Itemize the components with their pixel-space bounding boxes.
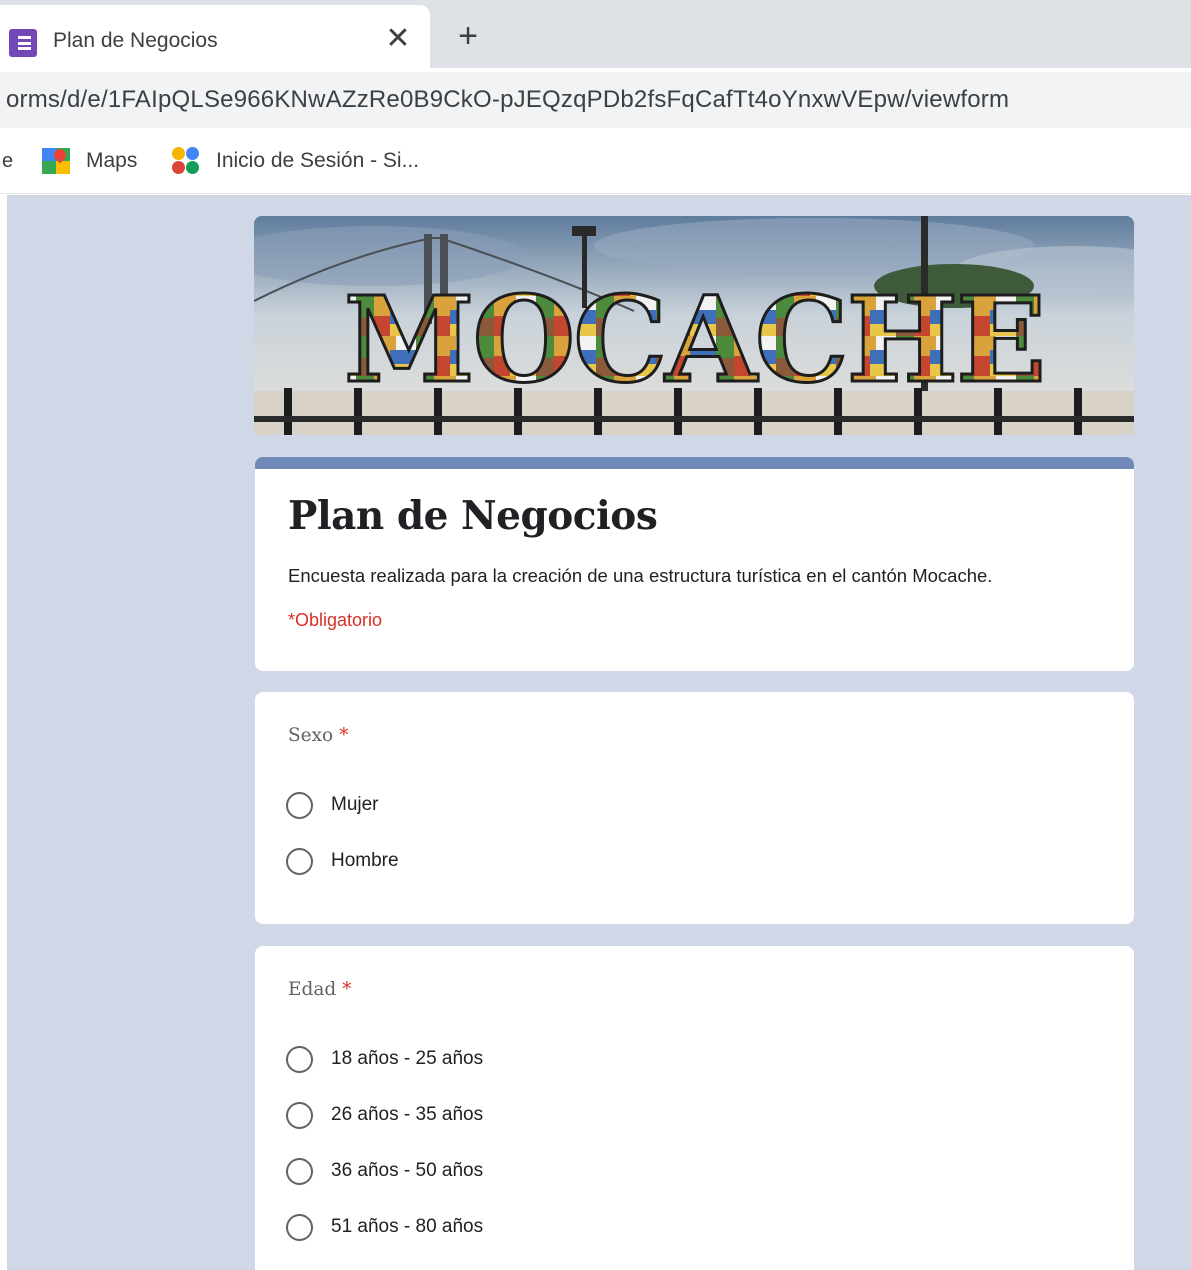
form-header-card: Plan de Negocios Encuesta realizada para… <box>255 457 1134 671</box>
close-icon[interactable]: ✕ <box>384 24 412 54</box>
form-title: Plan de Negocios <box>288 493 658 539</box>
radio-option-hombre[interactable]: Hombre <box>286 846 399 876</box>
radio-option-26-35[interactable]: 26 años - 35 años <box>286 1100 483 1130</box>
google-maps-icon <box>40 145 72 177</box>
question-edad: Edad * 18 años - 25 años 26 años - 35 año… <box>255 946 1134 1270</box>
question-title: Edad * <box>288 979 351 1000</box>
question-sexo: Sexo * Mujer Hombre <box>255 692 1134 924</box>
plus-icon[interactable]: + <box>450 18 486 54</box>
siu-icon <box>170 145 202 177</box>
address-bar[interactable]: orms/d/e/1FAIpQLSe966KNwAZzRe0B9CkO-pJEQ… <box>0 72 1191 128</box>
radio-button[interactable] <box>286 791 313 819</box>
bookmark-inicio-sesion[interactable]: Inicio de Sesión - Si... <box>170 144 419 178</box>
question-title: Sexo * <box>288 725 348 746</box>
option-label: 51 años - 80 años <box>331 1216 484 1237</box>
option-label: 26 años - 35 años <box>331 1104 484 1125</box>
radio-button[interactable] <box>286 847 313 875</box>
bookmark-maps[interactable]: Maps <box>40 144 137 178</box>
radio-option-36-50[interactable]: 36 años - 50 años <box>286 1156 483 1186</box>
radio-button[interactable] <box>286 1045 313 1073</box>
question-label: Sexo <box>288 725 334 746</box>
radio-button[interactable] <box>286 1101 313 1129</box>
question-label: Edad <box>288 979 337 1000</box>
radio-button[interactable] <box>286 1213 313 1241</box>
option-label: 36 años - 50 años <box>331 1160 484 1181</box>
required-asterisk: * <box>342 979 352 1000</box>
option-label: Hombre <box>331 850 399 871</box>
bookmark-fragment[interactable]: e <box>2 150 13 173</box>
tab-strip: Plan de Negocios ✕ + <box>0 0 1191 68</box>
bookmarks-bar: e Maps Inicio de Sesión - Si... <box>0 130 1191 194</box>
radio-button[interactable] <box>286 1157 313 1185</box>
google-forms-icon <box>9 29 37 57</box>
tab-title: Plan de Negocios <box>53 29 218 52</box>
browser-tab[interactable]: Plan de Negocios ✕ <box>0 5 430 68</box>
form-page: MOCACHE Plan de Negocios Encuesta realiz… <box>7 195 1191 1270</box>
bookmark-label: Inicio de Sesión - Si... <box>216 149 420 172</box>
radio-option-mujer[interactable]: Mujer <box>286 790 379 820</box>
radio-option-18-25[interactable]: 18 años - 25 años <box>286 1044 483 1074</box>
required-asterisk: * <box>339 725 349 746</box>
form-banner-image: MOCACHE <box>254 216 1134 435</box>
radio-option-51-80[interactable]: 51 años - 80 años <box>286 1212 483 1242</box>
option-label: Mujer <box>331 794 379 815</box>
option-label: 18 años - 25 años <box>331 1048 484 1069</box>
svg-text:MOCACHE: MOCACHE <box>344 270 1044 409</box>
bookmark-label: Maps <box>86 149 138 172</box>
required-note: *Obligatorio <box>288 610 383 630</box>
form-description: Encuesta realizada para la creación de u… <box>288 565 993 586</box>
